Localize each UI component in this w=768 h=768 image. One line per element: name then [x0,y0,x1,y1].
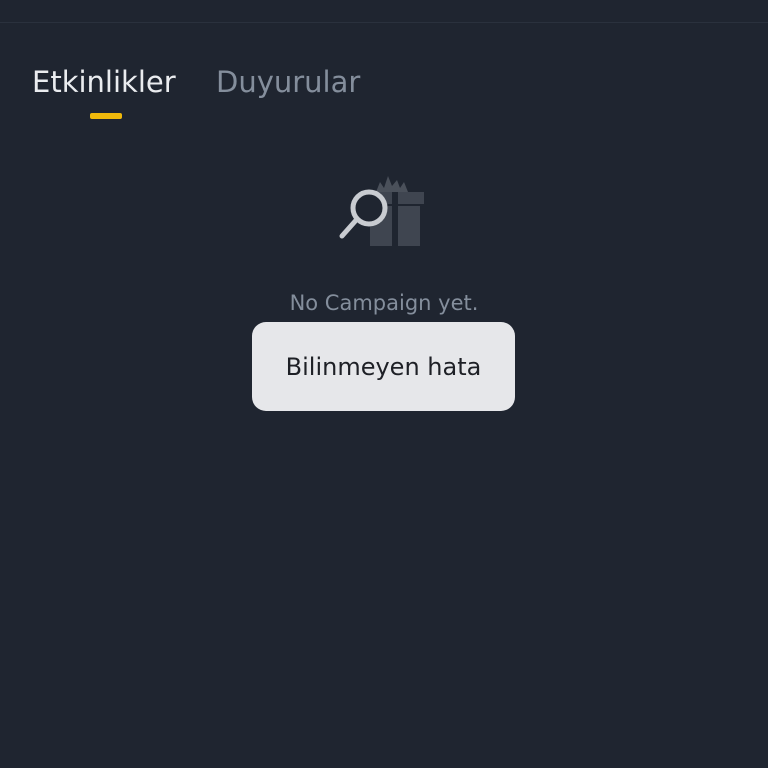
gift-search-icon [339,176,424,246]
empty-state-message: No Campaign yet. [289,291,479,315]
tab-etkinlikler[interactable]: Etkinlikler [32,62,176,102]
header-divider [0,22,768,23]
error-toast: Bilinmeyen hata [252,322,515,411]
campaigns-screen: Etkinlikler Duyurular No Campaign yet. B… [0,0,768,768]
toast-message: Bilinmeyen hata [285,352,482,381]
active-tab-indicator [90,113,122,119]
tab-duyurular[interactable]: Duyurular [216,62,360,102]
